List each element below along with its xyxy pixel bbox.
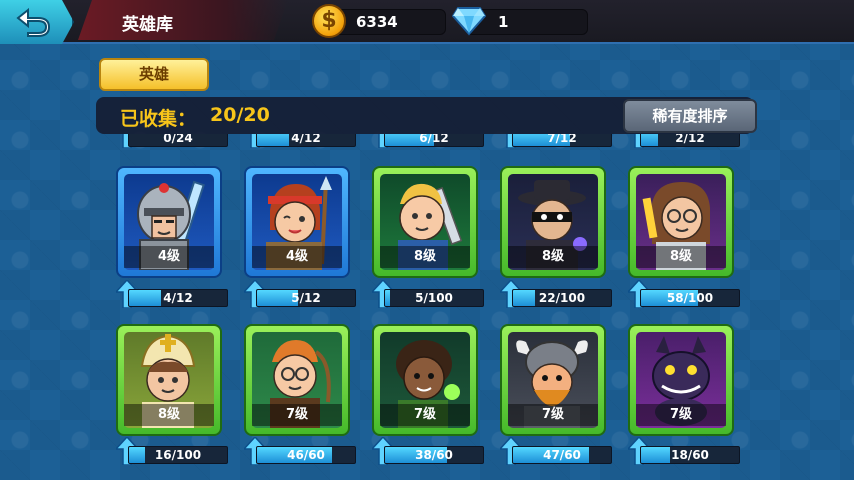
hero-progress: 0/24 [116,134,228,148]
diamond-icon [452,7,486,36]
hero-progress: 5/12 [244,280,356,308]
hero-level: 8级 [124,404,214,426]
hero-grid: 0/24 4/12 6/12 7/12 2/12 4级 4/12 4级 5/12… [96,134,756,480]
hero-card-spear-girl[interactable]: 4级 [244,166,350,278]
hero-card-dragon[interactable]: 7级 [628,324,734,436]
collected-label: 已收集： [120,108,197,130]
progress-text: 4/12 [163,291,193,305]
hero-progress: 4/12 [116,280,228,308]
progress-text: 2/12 [675,134,705,145]
progress-text: 7/12 [547,134,577,145]
hero-card-archer-girl[interactable]: 7级 [244,324,350,436]
hero-progress: 47/60 [500,437,612,465]
progress-text: 47/60 [543,448,581,462]
coin-amount: 6334 [356,13,398,31]
hero-progress: 18/60 [628,437,740,465]
hero-level: 8级 [380,246,470,268]
hero-progress: 7/12 [500,134,612,148]
sort-by-rarity-button[interactable]: 稀有度排序 [623,99,757,133]
hero-progress: 5/100 [372,280,484,308]
hero-card-viking[interactable]: 7级 [500,324,606,436]
progress-text: 58/100 [666,291,714,305]
progress-text: 18/60 [671,448,709,462]
gold-coin-icon: $ [312,4,346,38]
hero-level: 7级 [636,404,726,426]
hero-level: 4级 [124,246,214,268]
progress-text: 4/12 [291,134,321,145]
page-title: 英雄库 [122,15,173,35]
progress-text: 0/24 [163,134,193,145]
progress-text: 22/100 [538,291,586,305]
hero-progress: 22/100 [500,280,612,308]
back-arrow-icon [16,7,51,37]
hero-level: 8级 [508,246,598,268]
hero-level: 4级 [252,246,342,268]
title-tab [78,0,288,40]
progress-text: 5/12 [291,291,321,305]
back-button[interactable] [0,0,74,44]
hero-card-knight[interactable]: 4级 [116,166,222,278]
hero-progress: 16/100 [116,437,228,465]
hero-card-masked-thief[interactable]: 8级 [500,166,606,278]
gem-amount: 1 [498,13,509,31]
progress-text: 46/60 [287,448,325,462]
hero-card-mage-girl[interactable]: 8级 [628,166,734,278]
hero-progress: 6/12 [372,134,484,148]
hero-progress: 4/12 [244,134,356,148]
collected-count: 20/20 [210,104,270,126]
hero-level: 7级 [508,404,598,426]
hero-progress: 58/100 [628,280,740,308]
hero-progress: 38/60 [372,437,484,465]
progress-text: 38/60 [415,448,453,462]
hero-card-druid-girl[interactable]: 7级 [372,324,478,436]
hero-level: 8级 [636,246,726,268]
progress-text: 16/100 [154,448,202,462]
progress-text: 6/12 [419,134,449,145]
hero-card-priest[interactable]: 8级 [116,324,222,436]
hero-card-sword-boy[interactable]: 8级 [372,166,478,278]
hero-progress: 46/60 [244,437,356,465]
tab-heroes[interactable]: 英雄 [99,58,209,91]
hero-progress: 2/12 [628,134,740,148]
hero-level: 7级 [380,404,470,426]
hero-level: 7级 [252,404,342,426]
progress-text: 5/100 [415,291,453,305]
